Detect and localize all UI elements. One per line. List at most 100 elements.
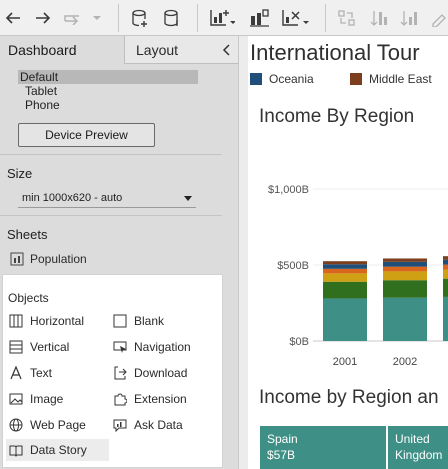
vertical-container-icon <box>8 339 24 355</box>
object-ask-data[interactable]: Ask Data <box>112 414 183 436</box>
device-default[interactable]: Default <box>18 70 198 84</box>
horizontal-container-icon <box>8 313 24 329</box>
bar-segment[interactable] <box>383 280 427 298</box>
device-phone[interactable]: Phone <box>18 98 198 112</box>
splitter[interactable] <box>238 36 248 469</box>
treemap-value: $57B <box>267 448 296 462</box>
ask-data-icon <box>112 417 128 433</box>
dashboard-title: International Tour <box>250 40 420 65</box>
worksheet-icon <box>10 252 24 266</box>
bar-segment[interactable] <box>383 271 427 281</box>
clear-icon[interactable] <box>280 5 310 31</box>
table-title: Income by Region an <box>259 387 439 408</box>
datasource-icon[interactable] <box>160 5 184 31</box>
forward-icon[interactable] <box>34 5 52 31</box>
bar-segment[interactable] <box>323 264 367 269</box>
legend-label: Middle East <box>369 72 432 86</box>
object-label: Image <box>30 392 64 406</box>
treemap-cell[interactable]: Spain $57B <box>260 426 386 469</box>
swap-icon[interactable] <box>336 5 358 31</box>
redo-icon[interactable] <box>62 5 102 31</box>
bar-segment[interactable] <box>383 297 427 341</box>
new-worksheet-icon[interactable] <box>208 5 236 31</box>
bar-segment[interactable] <box>443 269 448 279</box>
device-list: Default Tablet Phone <box>18 70 198 112</box>
highlight-icon[interactable] <box>428 5 448 31</box>
bar-segment[interactable] <box>323 261 367 265</box>
sheet-item-population[interactable]: Population <box>10 250 87 268</box>
bar-segment[interactable] <box>323 298 367 341</box>
x-tick-label: 2002 <box>393 356 417 368</box>
chart-title: Income By Region <box>259 106 415 127</box>
bar-segment[interactable] <box>443 264 448 270</box>
bar-segment[interactable] <box>443 259 448 265</box>
toolbar <box>0 0 448 36</box>
panel-tabs: Dashboard Layout <box>0 36 238 64</box>
treemap-label: Spain <box>267 432 298 446</box>
object-blank[interactable]: Blank <box>112 310 164 332</box>
object-navigation[interactable]: Navigation <box>112 336 191 358</box>
sort-ascending-icon[interactable] <box>368 5 390 31</box>
data-story-icon <box>8 442 24 458</box>
legend-swatch <box>250 73 262 85</box>
object-download[interactable]: Download <box>112 362 187 384</box>
bar-segment[interactable] <box>383 266 427 272</box>
legend-swatch <box>350 73 362 85</box>
bar-segment[interactable] <box>383 261 427 267</box>
text-icon <box>8 365 24 381</box>
device-tablet[interactable]: Tablet <box>18 84 198 98</box>
object-label: Download <box>134 366 188 380</box>
back-icon[interactable] <box>4 5 22 31</box>
y-tick-label: $500B <box>277 260 309 272</box>
collapse-panel-icon[interactable] <box>222 43 232 57</box>
new-datasource-icon[interactable] <box>128 5 152 31</box>
tab-dashboard[interactable]: Dashboard <box>0 36 124 64</box>
bar-segment[interactable] <box>443 256 448 260</box>
device-preview-button[interactable]: Device Preview <box>18 123 155 147</box>
object-image[interactable]: Image <box>8 388 63 410</box>
object-label: Web Page <box>30 418 86 432</box>
object-label: Navigation <box>134 340 191 354</box>
divider <box>0 215 222 216</box>
object-label: Text <box>30 366 53 380</box>
y-tick-label: $1,000B <box>268 184 309 196</box>
legend-label: Oceania <box>269 72 314 86</box>
duplicate-icon[interactable] <box>248 5 272 31</box>
legend-item: Middle East <box>350 72 432 86</box>
bar-segment[interactable] <box>443 296 448 341</box>
bar-segment[interactable] <box>323 268 367 274</box>
extension-icon <box>112 391 128 407</box>
sheets-section-title: Sheets <box>7 227 48 242</box>
object-label: Data Story <box>30 443 87 457</box>
download-icon <box>112 365 128 381</box>
object-label: Extension <box>134 392 187 406</box>
chevron-down-icon <box>184 196 192 201</box>
size-section-title: Size <box>7 166 33 181</box>
object-web-page[interactable]: Web Page <box>8 414 86 436</box>
object-label: Vertical <box>30 340 70 354</box>
bar-segment[interactable] <box>383 258 427 262</box>
object-vertical[interactable]: Vertical <box>8 336 69 358</box>
treemap-label: United <box>395 432 430 446</box>
sort-descending-icon[interactable] <box>398 5 420 31</box>
object-label: Ask Data <box>134 418 183 432</box>
globe-icon <box>8 417 24 433</box>
bar-segment[interactable] <box>443 278 448 297</box>
object-label: Blank <box>134 314 165 328</box>
bar-segment[interactable] <box>323 281 367 299</box>
size-dropdown[interactable]: min 1000x620 - auto <box>18 188 196 208</box>
legend-item: Oceania <box>250 72 314 86</box>
treemap-cell[interactable]: United Kingdom <box>388 426 448 469</box>
object-data-story[interactable]: Data Story <box>6 439 109 461</box>
treemap-label: Kingdom <box>395 448 443 462</box>
dashboard-canvas: International Tour Oceania Middle East I… <box>248 36 448 469</box>
income-bar-chart[interactable]: $0B$500B$1,000B200120022003 <box>248 136 448 376</box>
bar-segment[interactable] <box>323 273 367 282</box>
object-horizontal[interactable]: Horizontal <box>8 310 84 332</box>
side-panel: Dashboard Layout Default Tablet Phone De… <box>0 36 238 469</box>
objects-panel: Objects Horizontal Vertical Text Image W… <box>2 274 223 468</box>
object-extension[interactable]: Extension <box>112 388 187 410</box>
navigation-icon <box>112 339 128 355</box>
tab-layout[interactable]: Layout <box>124 36 238 64</box>
object-text[interactable]: Text <box>8 362 52 384</box>
